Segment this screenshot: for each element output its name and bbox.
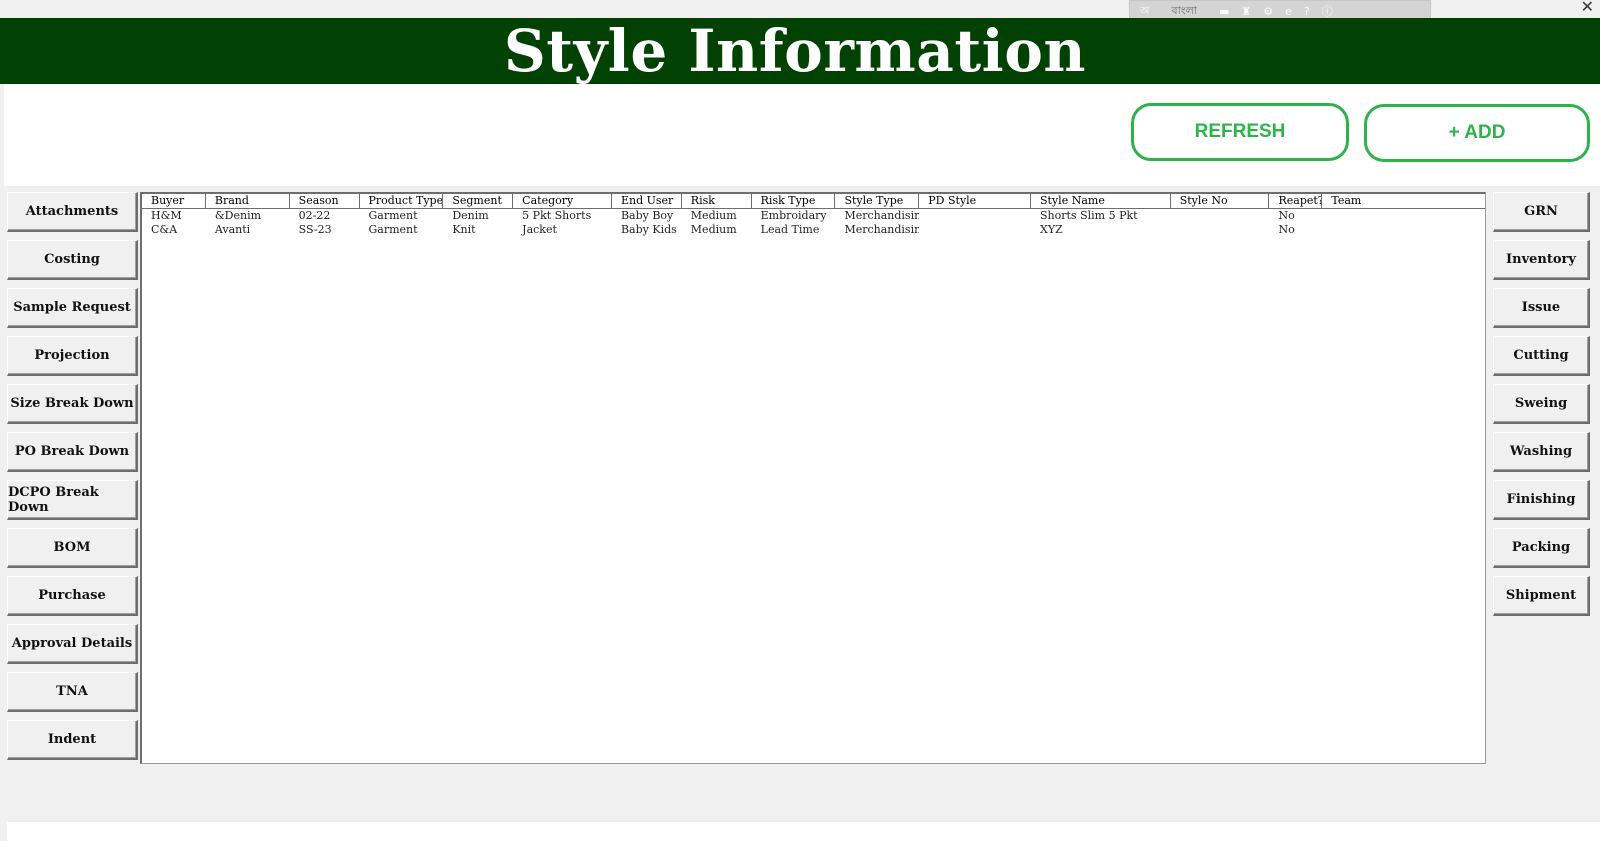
cell-buyer: H&M: [151, 209, 182, 222]
shipment-button[interactable]: Shipment: [1493, 576, 1590, 616]
column-header[interactable]: Product Type: [360, 194, 444, 208]
cell-reapet: No: [1278, 209, 1295, 222]
cell-risk-type: Lead Time: [760, 223, 820, 236]
cell-pd-style: [919, 223, 1031, 237]
column-header[interactable]: Buyer: [142, 194, 206, 208]
cell-reapet: No: [1278, 223, 1295, 236]
cell-style-no: [1171, 209, 1270, 223]
refresh-button[interactable]: REFRESH: [1131, 103, 1349, 161]
cell-end-user: Baby Boy: [620, 209, 674, 222]
cell-season: 02-22: [298, 209, 331, 222]
keyboard-icon[interactable]: ▬: [1219, 5, 1229, 18]
column-header[interactable]: Reapet?: [1269, 194, 1323, 208]
size-break-down-button[interactable]: Size Break Down: [7, 384, 138, 424]
projection-button[interactable]: Projection: [7, 336, 138, 376]
column-header[interactable]: End User: [612, 194, 682, 208]
column-header[interactable]: Risk Type: [752, 194, 836, 208]
tna-button[interactable]: TNA: [7, 672, 138, 712]
inventory-button[interactable]: Inventory: [1493, 240, 1590, 280]
cell-team: [1322, 223, 1485, 237]
action-area: [4, 84, 1600, 186]
cell-buyer: C&A: [151, 223, 178, 236]
packing-button[interactable]: Packing: [1493, 528, 1590, 568]
column-header[interactable]: PD Style: [919, 194, 1032, 208]
purchase-button[interactable]: Purchase: [7, 576, 138, 616]
grn-button[interactable]: GRN: [1493, 192, 1590, 232]
column-header[interactable]: Style Name: [1031, 194, 1171, 208]
cell-segment: Denim: [452, 209, 489, 222]
column-header[interactable]: Style No: [1171, 194, 1270, 208]
finishing-button[interactable]: Finishing: [1493, 480, 1590, 520]
info-icon[interactable]: ⓘ: [1322, 3, 1333, 19]
cell-end-user: Baby Kids: [620, 223, 677, 236]
cutting-button[interactable]: Cutting: [1493, 336, 1590, 376]
column-header[interactable]: Season: [290, 194, 360, 208]
table-row[interactable]: H&M &Denim 02-22 Garment Denim 5 Pkt Sho…: [142, 209, 1485, 223]
cell-pd-style: [919, 209, 1031, 223]
cell-risk-type: Embroidary: [760, 209, 827, 222]
column-header[interactable]: Category: [513, 194, 612, 208]
bom-button[interactable]: BOM: [7, 528, 138, 568]
settings-icon[interactable]: ⚙: [1263, 5, 1273, 18]
style-grid[interactable]: Buyer Brand Season Product Type Segment …: [140, 192, 1486, 764]
approval-details-button[interactable]: Approval Details: [7, 624, 138, 664]
table-row[interactable]: C&A Avanti SS-23 Garment Knit Jacket Bab…: [142, 223, 1485, 237]
grid-header: Buyer Brand Season Product Type Segment …: [142, 194, 1485, 209]
column-header[interactable]: Style Type: [835, 194, 920, 208]
cell-style-type: Merchandising: [844, 223, 920, 236]
cell-team: [1322, 209, 1485, 223]
cell-style-type: Merchandising: [844, 209, 920, 222]
browser-icon[interactable]: e: [1285, 5, 1292, 18]
indent-button[interactable]: Indent: [7, 720, 138, 760]
cell-category: Jacket: [522, 223, 557, 236]
cell-brand: &Denim: [214, 209, 262, 222]
add-button[interactable]: + ADD: [1364, 104, 1590, 162]
help-icon[interactable]: ?: [1304, 5, 1310, 18]
cell-style-name: Shorts Slim 5 Pkt: [1040, 209, 1138, 222]
costing-button[interactable]: Costing: [7, 240, 138, 280]
cell-style-name: XYZ: [1040, 223, 1063, 236]
sample-request-button[interactable]: Sample Request: [7, 288, 138, 328]
title-banner: Style Information: [0, 17, 1600, 85]
close-icon[interactable]: ✕: [1581, 0, 1594, 16]
column-header[interactable]: Brand: [206, 194, 290, 208]
cell-risk: Medium: [690, 209, 737, 222]
cell-segment: Knit: [452, 223, 476, 236]
page-title: Style Information: [503, 17, 1087, 85]
sweing-button[interactable]: Sweing: [1493, 384, 1590, 424]
column-header[interactable]: Segment: [443, 194, 514, 208]
dcpo-break-down-button[interactable]: DCPO Break Down: [7, 480, 138, 520]
washing-button[interactable]: Washing: [1493, 432, 1590, 472]
issue-button[interactable]: Issue: [1493, 288, 1590, 328]
column-header[interactable]: Team: [1322, 194, 1485, 208]
cell-product-type: Garment: [368, 209, 418, 222]
po-break-down-button[interactable]: PO Break Down: [7, 432, 138, 472]
column-header[interactable]: Risk: [682, 194, 752, 208]
cell-risk: Medium: [690, 223, 737, 236]
cell-product-type: Garment: [368, 223, 418, 236]
bottom-strip: [7, 822, 1600, 841]
window-top-bar: অ বাংলা ▬ ♜ ⚙ e ? ⓘ ✕: [0, 0, 1600, 22]
cell-style-no: [1171, 223, 1270, 237]
cell-brand: Avanti: [214, 223, 251, 236]
attachments-button[interactable]: Attachments: [7, 192, 138, 232]
cell-category: 5 Pkt Shorts: [522, 209, 592, 222]
tool-icon[interactable]: ♜: [1241, 5, 1251, 18]
cell-season: SS-23: [298, 223, 332, 236]
